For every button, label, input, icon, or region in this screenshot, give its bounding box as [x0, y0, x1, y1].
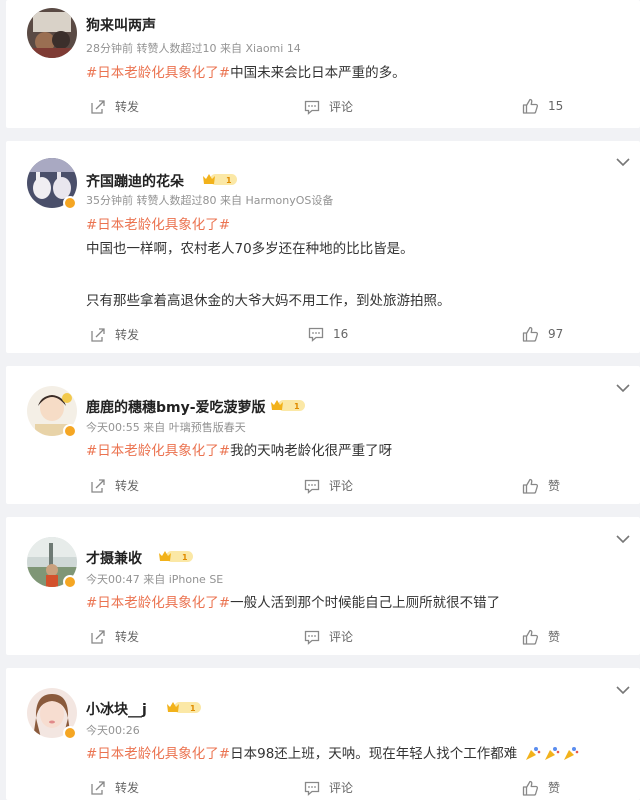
post-meta: 今天00:55 来自 叶璃预售版春天: [86, 421, 246, 434]
username[interactable]: 鹿鹿的穗穗bmy-爱吃菠萝版: [86, 397, 266, 417]
like-button[interactable]: 赞: [522, 779, 560, 796]
post-content: #日本老龄化具象化了#中国未来会比日本严重的多。: [86, 61, 406, 81]
topic-hashtag-link[interactable]: #日本老龄化具象化了#: [86, 213, 230, 233]
repost-label: 转发: [115, 100, 140, 114]
level-number: 1: [226, 176, 232, 185]
weibo-post-card: 才摄兼收 1 今天00:47 来自 iPhone SE #日本老龄化具象化了#一…: [6, 517, 640, 655]
comment-label: 评论: [329, 100, 354, 114]
verified-badge-icon: [63, 424, 77, 438]
repost-icon: [91, 478, 105, 493]
comment-label: 评论: [329, 479, 354, 493]
repost-label: 转发: [115, 781, 140, 795]
comment-button[interactable]: 评论: [304, 628, 353, 645]
repost-icon: [91, 780, 105, 795]
post-meta: 35分钟前 转赞人数超过80 来自 HarmonyOS设备: [86, 194, 334, 207]
repost-label: 转发: [115, 630, 140, 644]
weibo-post-card: 齐国蹦迪的花朵 1 35分钟前 转赞人数超过80 来自 HarmonyOS设备 …: [6, 141, 640, 353]
like-button[interactable]: 赞: [522, 628, 560, 645]
post-text: 中国也一样啊，农村老人70多岁还在种地的比比皆是。: [86, 241, 414, 257]
level-number: 1: [190, 704, 196, 713]
like-label: 赞: [548, 630, 561, 644]
like-icon: [522, 629, 539, 645]
username[interactable]: 才摄兼收: [86, 548, 142, 568]
weibo-post-card: 小冰块__j 1 今天00:26 #日本老龄化具象化了#日本98还上班，天呐。现…: [6, 668, 640, 800]
repost-label: 转发: [115, 328, 140, 342]
party-popper-emoji: [525, 747, 578, 760]
comment-button[interactable]: 评论: [304, 98, 353, 115]
post-text: 我的天呐老龄化很严重了呀: [230, 443, 393, 459]
comment-icon: [304, 479, 320, 494]
repost-button[interactable]: 转发: [90, 477, 139, 494]
comment-label: 评论: [329, 630, 354, 644]
chevron-down-icon[interactable]: [616, 685, 630, 695]
like-count: 15: [548, 99, 564, 113]
repost-icon: [91, 99, 105, 114]
chevron-down-icon[interactable]: [616, 383, 630, 393]
like-button[interactable]: 97: [522, 326, 563, 342]
weibo-post-card: 鹿鹿的穗穗bmy-爱吃菠萝版 1 今天00:55 来自 叶璃预售版春天 #日本老…: [6, 366, 640, 504]
post-meta: 今天00:26: [86, 724, 140, 737]
comment-icon: [304, 781, 320, 796]
comment-icon: [304, 630, 320, 645]
avatar[interactable]: [27, 8, 77, 58]
post-text: 只有那些拿着高退休金的大爷大妈不用工作，到处旅游拍照。: [86, 293, 451, 309]
level-crown-icon: 1: [203, 174, 237, 185]
post-meta: 今天00:47 来自 iPhone SE: [86, 573, 224, 586]
username[interactable]: 小冰块__j: [86, 699, 147, 719]
repost-button[interactable]: 转发: [90, 98, 139, 115]
repost-button[interactable]: 转发: [90, 628, 139, 645]
post-meta: 28分钟前 转赞人数超过10 来自 Xiaomi 14: [86, 42, 301, 55]
level-number: 1: [294, 402, 300, 411]
repost-icon: [91, 327, 105, 342]
repost-button[interactable]: 转发: [90, 326, 139, 343]
chevron-down-icon[interactable]: [616, 157, 630, 167]
chevron-down-icon[interactable]: [616, 534, 630, 544]
like-icon: [522, 780, 539, 796]
comment-label: 评论: [329, 781, 354, 795]
like-button[interactable]: 15: [522, 98, 563, 114]
like-icon: [522, 478, 539, 494]
level-number: 1: [182, 553, 188, 562]
username[interactable]: 狗来叫两声: [86, 15, 156, 35]
weibo-post-card: 狗来叫两声 28分钟前 转赞人数超过10 来自 Xiaomi 14 #日本老龄化…: [6, 0, 640, 128]
post-content: #日本老龄化具象化了#我的天呐老龄化很严重了呀: [86, 439, 392, 459]
like-icon: [522, 326, 539, 342]
topic-hashtag-link[interactable]: #日本老龄化具象化了#: [86, 443, 230, 459]
repost-icon: [91, 629, 105, 644]
level-crown-icon: 1: [271, 400, 305, 411]
repost-button[interactable]: 转发: [90, 779, 139, 796]
comment-icon: [308, 327, 324, 342]
comment-count: 16: [333, 327, 349, 341]
verified-badge-icon: [63, 196, 77, 210]
like-count: 97: [548, 327, 564, 341]
post-content: #日本老龄化具象化了#日本98还上班，天呐。现在年轻人找个工作都难: [86, 742, 580, 762]
comment-button[interactable]: 评论: [304, 779, 353, 796]
level-crown-icon: 1: [159, 551, 193, 562]
verified-badge-icon: [63, 575, 77, 589]
topic-hashtag-link[interactable]: #日本老龄化具象化了#: [86, 65, 230, 81]
verified-badge-icon: [63, 726, 77, 740]
post-content: #日本老龄化具象化了#一般人活到那个时候能自己上厕所就很不错了: [86, 591, 500, 611]
username[interactable]: 齐国蹦迪的花朵: [86, 171, 184, 191]
comment-button[interactable]: 评论: [304, 477, 353, 494]
post-text: 一般人活到那个时候能自己上厕所就很不错了: [230, 595, 501, 611]
comment-icon: [304, 100, 320, 115]
post-text: 日本98还上班，天呐。现在年轻人找个工作都难: [230, 746, 518, 762]
like-button[interactable]: 赞: [522, 477, 560, 494]
repost-label: 转发: [115, 479, 140, 493]
post-text: 中国未来会比日本严重的多。: [230, 65, 406, 81]
topic-hashtag-link[interactable]: #日本老龄化具象化了#: [86, 595, 230, 611]
level-crown-icon: 1: [167, 702, 201, 713]
comment-button[interactable]: 16: [308, 326, 348, 342]
like-label: 赞: [548, 781, 561, 795]
topic-hashtag-link[interactable]: #日本老龄化具象化了#: [86, 746, 230, 762]
like-icon: [522, 98, 539, 114]
like-label: 赞: [548, 479, 561, 493]
